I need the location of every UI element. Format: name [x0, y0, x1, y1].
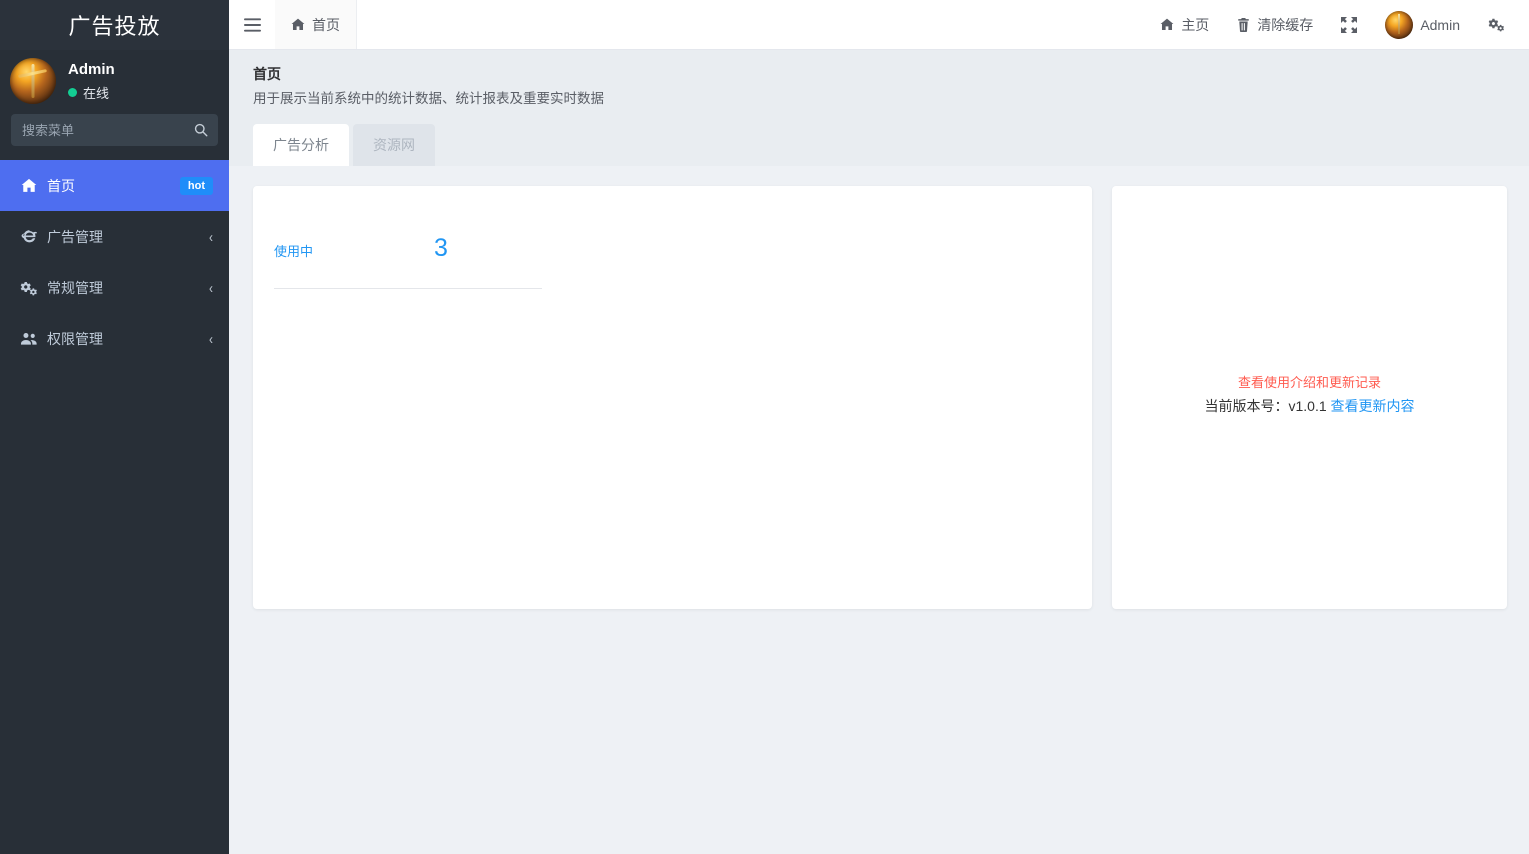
brand-title: 广告投放 [68, 9, 160, 41]
fullscreen-icon [1341, 17, 1357, 33]
navbar-spacer [357, 0, 1146, 49]
stat-label: 使用中 [274, 241, 434, 260]
chevron-left-icon: ‹ [209, 330, 213, 348]
version-block: 查看使用介绍和更新记录 当前版本号：v1.0.1 查看更新内容 [1204, 372, 1414, 418]
tab-resource-site[interactable]: 资源网 [353, 124, 435, 166]
user-menu-button[interactable]: Admin [1371, 0, 1474, 49]
home-icon [291, 18, 305, 31]
version-prefix: 当前版本号： [1204, 398, 1288, 414]
online-dot-icon [68, 88, 77, 97]
internet-explorer-icon [20, 228, 38, 245]
user-menu-label: Admin [1420, 17, 1460, 33]
navbar-right: 主页 清除缓存 [1146, 0, 1529, 49]
sidebar-item-label: 广告管理 [47, 227, 209, 247]
user-name: Admin [68, 61, 115, 78]
users-icon [20, 331, 38, 346]
page-description: 用于展示当前系统中的统计数据、统计报表及重要实时数据 [253, 89, 1505, 109]
search-icon[interactable] [194, 123, 208, 137]
settings-button[interactable] [1474, 0, 1519, 49]
user-status: 在线 [68, 83, 115, 102]
sidebar-search-wrap [0, 114, 229, 156]
cards-row: 使用中 3 查看使用介绍和更新记录 当前版本号：v1.0.1 查看更新内容 [229, 166, 1529, 609]
stats-card: 使用中 3 [253, 186, 1092, 609]
trash-icon [1237, 18, 1250, 32]
home-icon [20, 178, 38, 193]
divider [274, 288, 542, 289]
usage-notice-link[interactable]: 查看使用介绍和更新记录 [1204, 372, 1414, 394]
sidebar-menu: 首页 hot 广告管理 ‹ 常规管理 [0, 160, 229, 364]
app-root: 广告投放 Admin 在线 [0, 0, 1529, 854]
sidebar-item-general-management[interactable]: 常规管理 ‹ [0, 262, 229, 313]
sidebar-user-block[interactable]: Admin 在线 [0, 50, 229, 114]
stat-row: 使用中 3 [253, 186, 1092, 263]
search-box[interactable] [11, 114, 218, 146]
sidebar-brand[interactable]: 广告投放 [0, 0, 229, 50]
page-title: 首页 [253, 64, 1505, 84]
cogs-icon [20, 280, 38, 296]
status-badge: hot [180, 177, 213, 195]
tab-home-label: 首页 [312, 15, 340, 35]
user-meta: Admin 在线 [68, 61, 115, 102]
page-tabs: 广告分析 资源网 [253, 124, 1505, 166]
home-icon [1160, 18, 1174, 31]
avatar [1385, 11, 1413, 39]
stat-value: 3 [434, 234, 448, 263]
chevron-left-icon: ‹ [209, 228, 213, 246]
update-content-link[interactable]: 查看更新内容 [1331, 398, 1415, 414]
clear-cache-button[interactable]: 清除缓存 [1223, 0, 1327, 49]
sidebar-item-label: 常规管理 [47, 278, 209, 298]
cogs-icon [1488, 17, 1505, 32]
sidebar-item-permission-management[interactable]: 权限管理 ‹ [0, 313, 229, 364]
version-number: v1.0.1 [1288, 398, 1326, 414]
nav-home-button[interactable]: 主页 [1146, 0, 1223, 49]
sidebar-item-label: 权限管理 [47, 329, 209, 349]
user-status-label: 在线 [83, 83, 109, 102]
hamburger-icon[interactable] [229, 0, 275, 49]
page-header: 首页 用于展示当前系统中的统计数据、统计报表及重要实时数据 广告分析 资源网 [229, 50, 1529, 166]
sidebar-item-home[interactable]: 首页 hot [0, 160, 229, 211]
sidebar-item-label: 首页 [47, 176, 180, 196]
tab-home[interactable]: 首页 [275, 0, 357, 49]
content-area: 首页 用于展示当前系统中的统计数据、统计报表及重要实时数据 广告分析 资源网 使… [229, 50, 1529, 854]
chevron-left-icon: ‹ [209, 279, 213, 297]
version-line: 当前版本号：v1.0.1 查看更新内容 [1204, 394, 1414, 418]
clear-cache-label: 清除缓存 [1257, 15, 1313, 35]
sidebar-item-ad-management[interactable]: 广告管理 ‹ [0, 211, 229, 262]
fullscreen-button[interactable] [1327, 0, 1371, 49]
nav-home-label: 主页 [1181, 15, 1209, 35]
top-navbar: 首页 主页 [229, 0, 1529, 50]
avatar [10, 58, 56, 104]
tab-ad-analysis[interactable]: 广告分析 [253, 124, 349, 166]
sidebar: 广告投放 Admin 在线 [0, 0, 229, 854]
main-area: 首页 主页 [229, 0, 1529, 854]
version-card: 查看使用介绍和更新记录 当前版本号：v1.0.1 查看更新内容 [1112, 186, 1507, 609]
